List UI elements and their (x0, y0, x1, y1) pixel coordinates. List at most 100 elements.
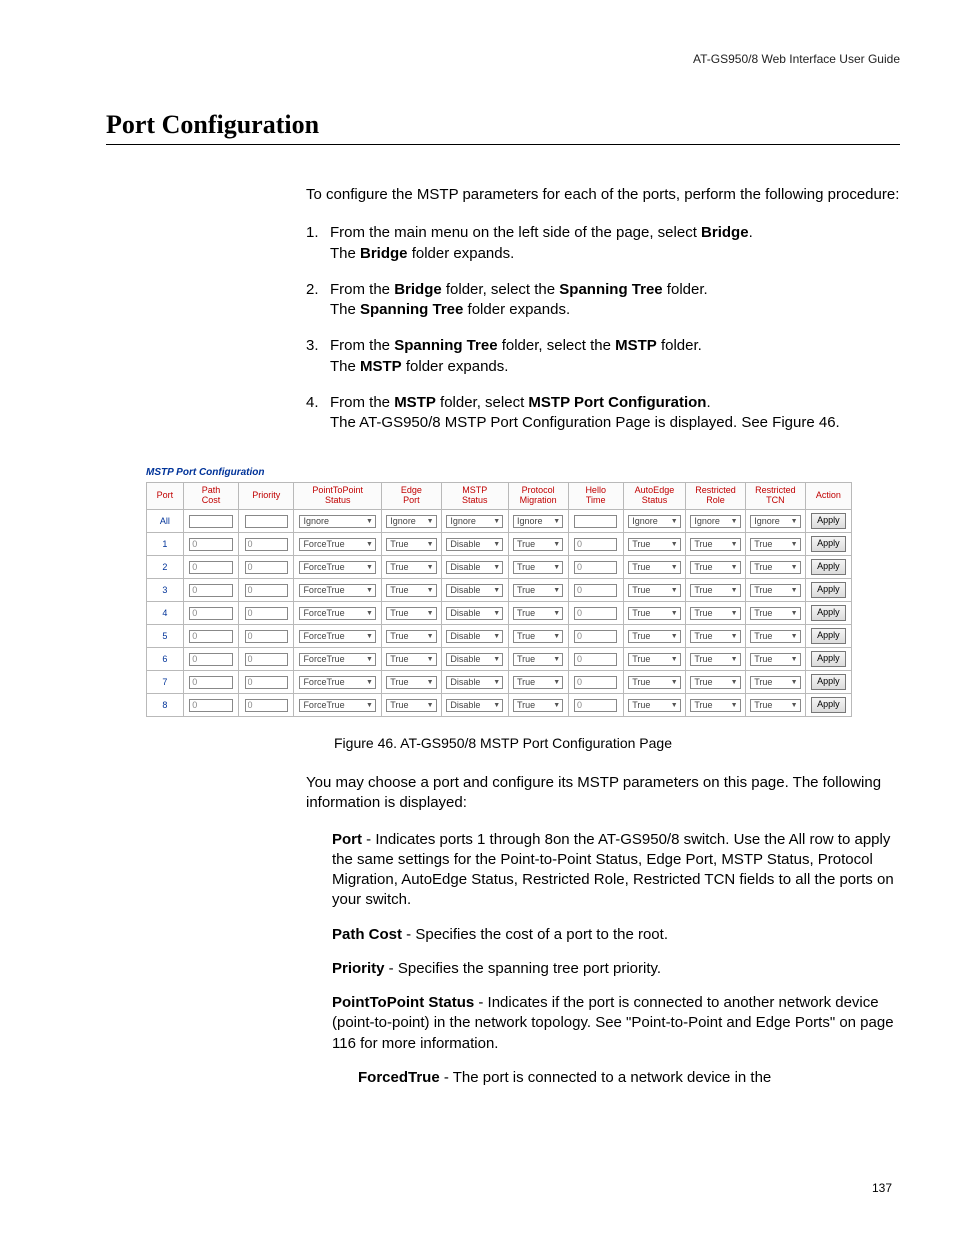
select-dropdown[interactable]: True▼ (386, 607, 436, 620)
select-dropdown[interactable]: True▼ (386, 630, 436, 643)
text-input[interactable] (245, 561, 288, 574)
select-dropdown[interactable]: True▼ (513, 699, 563, 712)
select-dropdown[interactable]: True▼ (513, 561, 563, 574)
select-dropdown[interactable]: True▼ (750, 584, 800, 597)
select-dropdown[interactable]: True▼ (750, 630, 800, 643)
select-dropdown[interactable]: ForceTrue▼ (299, 653, 376, 666)
chevron-down-icon: ▼ (427, 541, 434, 548)
text-input[interactable] (574, 699, 617, 712)
select-dropdown[interactable]: True▼ (750, 699, 800, 712)
select-dropdown[interactable]: Disable▼ (446, 538, 503, 551)
select-dropdown[interactable]: True▼ (628, 630, 680, 643)
select-dropdown[interactable]: True▼ (690, 538, 740, 551)
apply-button[interactable]: Apply (811, 697, 846, 713)
text-input[interactable] (574, 561, 617, 574)
select-dropdown[interactable]: Disable▼ (446, 584, 503, 597)
text-input[interactable] (189, 653, 232, 666)
text-input[interactable] (574, 630, 617, 643)
text-input[interactable] (574, 676, 617, 689)
select-dropdown[interactable]: True▼ (386, 584, 436, 597)
text-input[interactable] (189, 584, 232, 597)
text-input[interactable] (245, 607, 288, 620)
select-dropdown[interactable]: True▼ (690, 607, 740, 620)
select-dropdown[interactable]: Disable▼ (446, 699, 503, 712)
select-dropdown[interactable]: True▼ (690, 653, 740, 666)
text-input[interactable] (189, 630, 232, 643)
select-dropdown[interactable]: True▼ (628, 584, 680, 597)
apply-button[interactable]: Apply (811, 513, 846, 529)
select-dropdown[interactable]: Ignore▼ (299, 515, 376, 528)
select-dropdown[interactable]: Disable▼ (446, 653, 503, 666)
select-dropdown[interactable]: Disable▼ (446, 630, 503, 643)
select-dropdown[interactable]: Disable▼ (446, 561, 503, 574)
text-input[interactable] (245, 630, 288, 643)
apply-button[interactable]: Apply (811, 582, 846, 598)
text-input[interactable] (245, 515, 288, 528)
select-dropdown[interactable]: True▼ (628, 607, 680, 620)
select-dropdown[interactable]: True▼ (750, 607, 800, 620)
text-input[interactable] (245, 653, 288, 666)
select-dropdown[interactable]: ForceTrue▼ (299, 584, 376, 597)
select-dropdown[interactable]: True▼ (386, 699, 436, 712)
select-dropdown[interactable]: Ignore▼ (750, 515, 800, 528)
select-dropdown[interactable]: True▼ (386, 676, 436, 689)
select-dropdown[interactable]: True▼ (386, 653, 436, 666)
text-input[interactable] (189, 676, 232, 689)
text-input[interactable] (189, 515, 232, 528)
apply-button[interactable]: Apply (811, 605, 846, 621)
select-dropdown[interactable]: Ignore▼ (446, 515, 503, 528)
select-dropdown[interactable]: True▼ (513, 630, 563, 643)
select-dropdown[interactable]: True▼ (750, 561, 800, 574)
select-dropdown[interactable]: True▼ (628, 538, 680, 551)
select-dropdown[interactable]: True▼ (513, 584, 563, 597)
select-dropdown[interactable]: True▼ (750, 653, 800, 666)
select-dropdown[interactable]: True▼ (513, 676, 563, 689)
apply-button[interactable]: Apply (811, 536, 846, 552)
select-dropdown[interactable]: True▼ (513, 607, 563, 620)
select-dropdown[interactable]: True▼ (690, 699, 740, 712)
text-input[interactable] (245, 699, 288, 712)
select-dropdown[interactable]: ForceTrue▼ (299, 607, 376, 620)
select-dropdown[interactable]: Ignore▼ (628, 515, 680, 528)
text-input[interactable] (189, 561, 232, 574)
text-input[interactable] (245, 676, 288, 689)
text-input[interactable] (189, 607, 232, 620)
text-input[interactable] (245, 584, 288, 597)
apply-button[interactable]: Apply (811, 651, 846, 667)
text-input[interactable] (189, 699, 232, 712)
select-dropdown[interactable]: True▼ (386, 538, 436, 551)
apply-button[interactable]: Apply (811, 559, 846, 575)
text-input[interactable] (574, 584, 617, 597)
text-input[interactable] (189, 538, 232, 551)
select-dropdown[interactable]: Disable▼ (446, 607, 503, 620)
select-dropdown[interactable]: Ignore▼ (513, 515, 563, 528)
select-dropdown[interactable]: ForceTrue▼ (299, 630, 376, 643)
select-dropdown[interactable]: True▼ (386, 561, 436, 574)
select-dropdown[interactable]: True▼ (628, 676, 680, 689)
text-input[interactable] (245, 538, 288, 551)
text-input[interactable] (574, 538, 617, 551)
select-dropdown[interactable]: True▼ (513, 538, 563, 551)
select-dropdown[interactable]: Disable▼ (446, 676, 503, 689)
select-dropdown[interactable]: True▼ (750, 676, 800, 689)
select-dropdown[interactable]: Ignore▼ (690, 515, 740, 528)
select-dropdown[interactable]: True▼ (750, 538, 800, 551)
select-dropdown[interactable]: True▼ (690, 561, 740, 574)
select-dropdown[interactable]: True▼ (513, 653, 563, 666)
text-input[interactable] (574, 607, 617, 620)
text-input[interactable] (574, 653, 617, 666)
select-dropdown[interactable]: True▼ (628, 653, 680, 666)
apply-button[interactable]: Apply (811, 628, 846, 644)
select-dropdown[interactable]: ForceTrue▼ (299, 676, 376, 689)
text-input[interactable] (574, 515, 617, 528)
select-dropdown[interactable]: ForceTrue▼ (299, 538, 376, 551)
apply-button[interactable]: Apply (811, 674, 846, 690)
select-dropdown[interactable]: True▼ (690, 630, 740, 643)
select-dropdown[interactable]: True▼ (690, 584, 740, 597)
select-dropdown[interactable]: ForceTrue▼ (299, 699, 376, 712)
select-dropdown[interactable]: True▼ (628, 561, 680, 574)
select-dropdown[interactable]: True▼ (690, 676, 740, 689)
select-dropdown[interactable]: ForceTrue▼ (299, 561, 376, 574)
select-dropdown[interactable]: Ignore▼ (386, 515, 436, 528)
select-dropdown[interactable]: True▼ (628, 699, 680, 712)
